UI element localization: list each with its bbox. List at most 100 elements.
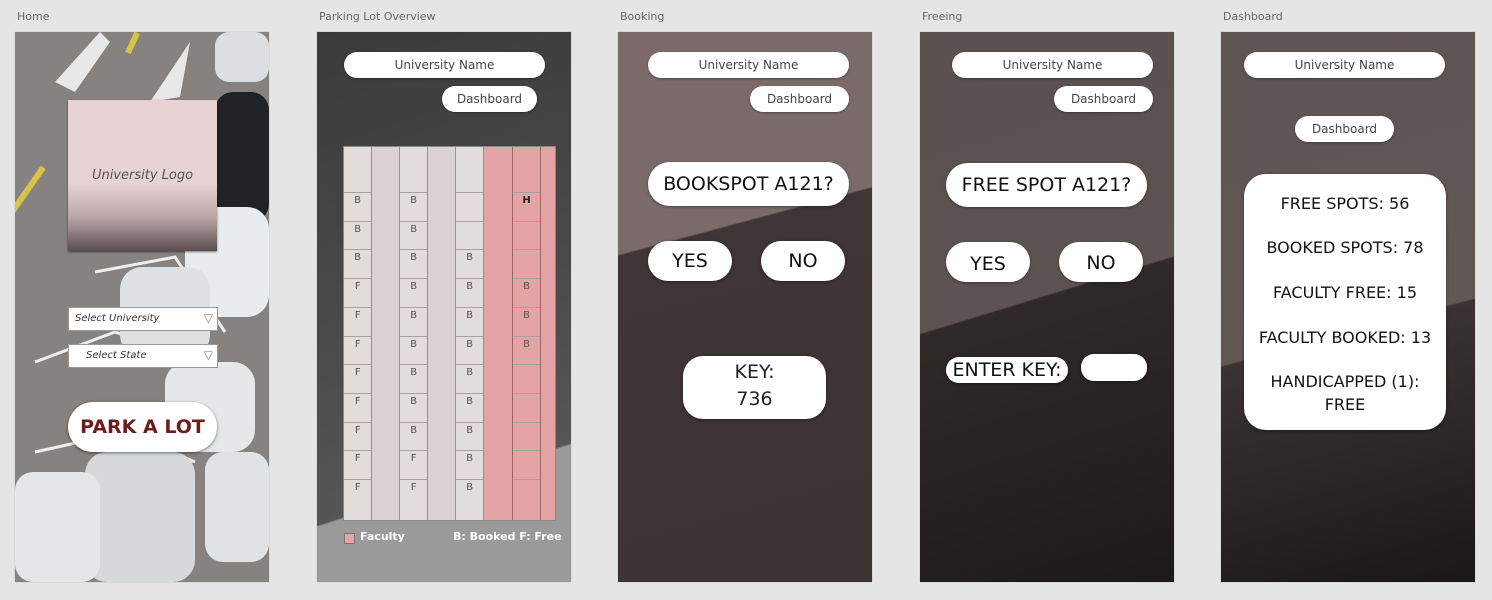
parking-column: BBBFFFFFFFF: [344, 147, 373, 520]
no-button[interactable]: NO: [761, 241, 845, 281]
parking-spot[interactable]: B: [455, 306, 484, 336]
yes-button[interactable]: YES: [648, 241, 732, 281]
parking-spot[interactable]: B: [455, 335, 484, 365]
park-a-lot-button[interactable]: PARK A LOT: [68, 402, 217, 452]
key-label: KEY:: [734, 361, 775, 383]
parking-column: BBBBBBBBBFF: [399, 147, 429, 520]
artboard-label-booking: Booking: [620, 10, 665, 23]
parking-spot[interactable]: [512, 392, 541, 422]
parking-column: [484, 147, 513, 520]
parking-spot[interactable]: F: [344, 450, 372, 479]
select-state-label: Select State: [86, 350, 147, 361]
parking-column: [541, 147, 556, 520]
free-spot-question: FREE SPOT A121?: [946, 163, 1147, 207]
parking-spot[interactable]: B: [455, 364, 484, 393]
handicapped-stat-value: FREE: [1324, 395, 1366, 414]
parking-column: H BBB: [512, 147, 542, 520]
university-logo-label: University Logo: [91, 168, 194, 183]
parking-spot[interactable]: [512, 479, 541, 508]
parking-spot[interactable]: B: [344, 192, 372, 221]
select-state-dropdown[interactable]: Select State ▽: [68, 344, 218, 368]
parking-column: [372, 147, 400, 520]
parking-spot[interactable]: B: [399, 364, 428, 393]
parking-lot-overview-screen: University Name Dashboard BBBFFFFFFFFBBB…: [317, 32, 571, 582]
parking-spot[interactable]: F: [344, 364, 372, 393]
key-display: KEY: 736: [683, 356, 826, 419]
legend-key-label: B: Booked F: Free: [453, 530, 562, 543]
key-input[interactable]: [1081, 354, 1147, 381]
select-university-dropdown[interactable]: Select University ▽: [68, 307, 218, 331]
parking-spot[interactable]: B: [344, 249, 372, 278]
select-university-label: Select University: [75, 313, 160, 324]
artboard-label-home: Home: [17, 10, 50, 23]
parking-spot[interactable]: [512, 364, 541, 393]
dashboard-button[interactable]: Dashboard: [1295, 116, 1394, 142]
no-button[interactable]: NO: [1059, 242, 1143, 282]
parking-spot[interactable]: F: [344, 335, 372, 365]
booking-screen: University Name Dashboard BOOKSPOT A121?…: [618, 32, 872, 582]
parking-spot[interactable]: F: [344, 278, 372, 307]
parking-spot[interactable]: B: [512, 335, 541, 365]
parking-spot[interactable]: F: [399, 479, 428, 508]
parking-spot[interactable]: B: [399, 335, 428, 365]
parking-spot[interactable]: B: [455, 421, 484, 451]
parking-spot[interactable]: B: [399, 306, 428, 336]
triangle-down-icon: ▽: [203, 311, 213, 325]
key-value: 736: [736, 388, 773, 410]
faculty-legend-swatch: [344, 533, 355, 544]
parking-spot[interactable]: B: [344, 220, 372, 250]
parking-spot[interactable]: [512, 220, 541, 250]
yes-button[interactable]: YES: [946, 242, 1030, 282]
parking-spot[interactable]: [512, 249, 541, 278]
faculty-free-stat: FACULTY FREE: 15: [1273, 283, 1417, 302]
parking-spot[interactable]: B: [455, 249, 484, 278]
artboard-label-dashboard: Dashboard: [1223, 10, 1283, 23]
parking-spot[interactable]: B: [512, 306, 541, 336]
parking-spot[interactable]: F: [344, 479, 372, 508]
parking-spot[interactable]: [512, 421, 541, 451]
stats-card: FREE SPOTS: 56 BOOKED SPOTS: 78 FACULTY …: [1244, 174, 1446, 430]
parking-spot[interactable]: B: [399, 392, 428, 422]
parking-spot[interactable]: H: [512, 192, 541, 221]
university-logo: University Logo: [68, 100, 217, 251]
book-spot-question: BOOKSPOT A121?: [648, 162, 849, 206]
dashboard-button[interactable]: Dashboard: [750, 86, 849, 112]
home-screen: University Logo Select University ▽ Sele…: [15, 32, 269, 582]
parking-spot[interactable]: F: [344, 392, 372, 422]
parking-spot[interactable]: F: [399, 450, 428, 479]
enter-key-label: ENTER KEY:: [946, 357, 1068, 383]
booked-spots-stat: BOOKED SPOTS: 78: [1266, 238, 1424, 257]
free-spots-stat: FREE SPOTS: 56: [1280, 194, 1410, 213]
parking-spot[interactable]: B: [455, 479, 484, 508]
parking-spot[interactable]: B: [399, 249, 428, 278]
handicapped-stat-label: HANDICAPPED (1):: [1270, 372, 1420, 391]
parking-spot[interactable]: B: [399, 192, 428, 221]
parking-spot[interactable]: F: [344, 421, 372, 451]
parking-column: [428, 147, 456, 520]
university-name-header[interactable]: University Name: [648, 52, 849, 78]
parking-spot[interactable]: B: [512, 278, 541, 307]
university-name-header[interactable]: University Name: [344, 52, 545, 78]
parking-spot[interactable]: [455, 220, 484, 250]
artboard-label-overview: Parking Lot Overview: [319, 10, 436, 23]
parking-spot[interactable]: B: [399, 220, 428, 250]
faculty-booked-stat: FACULTY BOOKED: 13: [1258, 328, 1432, 347]
university-name-header[interactable]: University Name: [1244, 52, 1445, 78]
dashboard-screen: University Name Dashboard FREE SPOTS: 56…: [1221, 32, 1475, 582]
parking-spot[interactable]: B: [399, 278, 428, 307]
dashboard-button[interactable]: Dashboard: [442, 86, 537, 112]
parking-spot[interactable]: B: [455, 450, 484, 479]
freeing-screen: University Name Dashboard FREE SPOT A121…: [920, 32, 1174, 582]
parking-spot[interactable]: B: [399, 421, 428, 451]
triangle-down-icon: ▽: [203, 348, 213, 362]
parking-spot[interactable]: B: [455, 278, 484, 307]
artboard-label-freeing: Freeing: [922, 10, 963, 23]
parking-column: BBBBBBBBB: [455, 147, 485, 520]
university-name-header[interactable]: University Name: [952, 52, 1153, 78]
parking-spot[interactable]: [455, 192, 484, 221]
parking-spot[interactable]: [512, 450, 541, 479]
parking-spot[interactable]: B: [455, 392, 484, 422]
parking-spot[interactable]: F: [344, 306, 372, 336]
parking-grid: BBBFFFFFFFFBBBBBBBBBFFBBBBBBBBBHBBB: [343, 146, 556, 521]
dashboard-button[interactable]: Dashboard: [1054, 86, 1153, 112]
